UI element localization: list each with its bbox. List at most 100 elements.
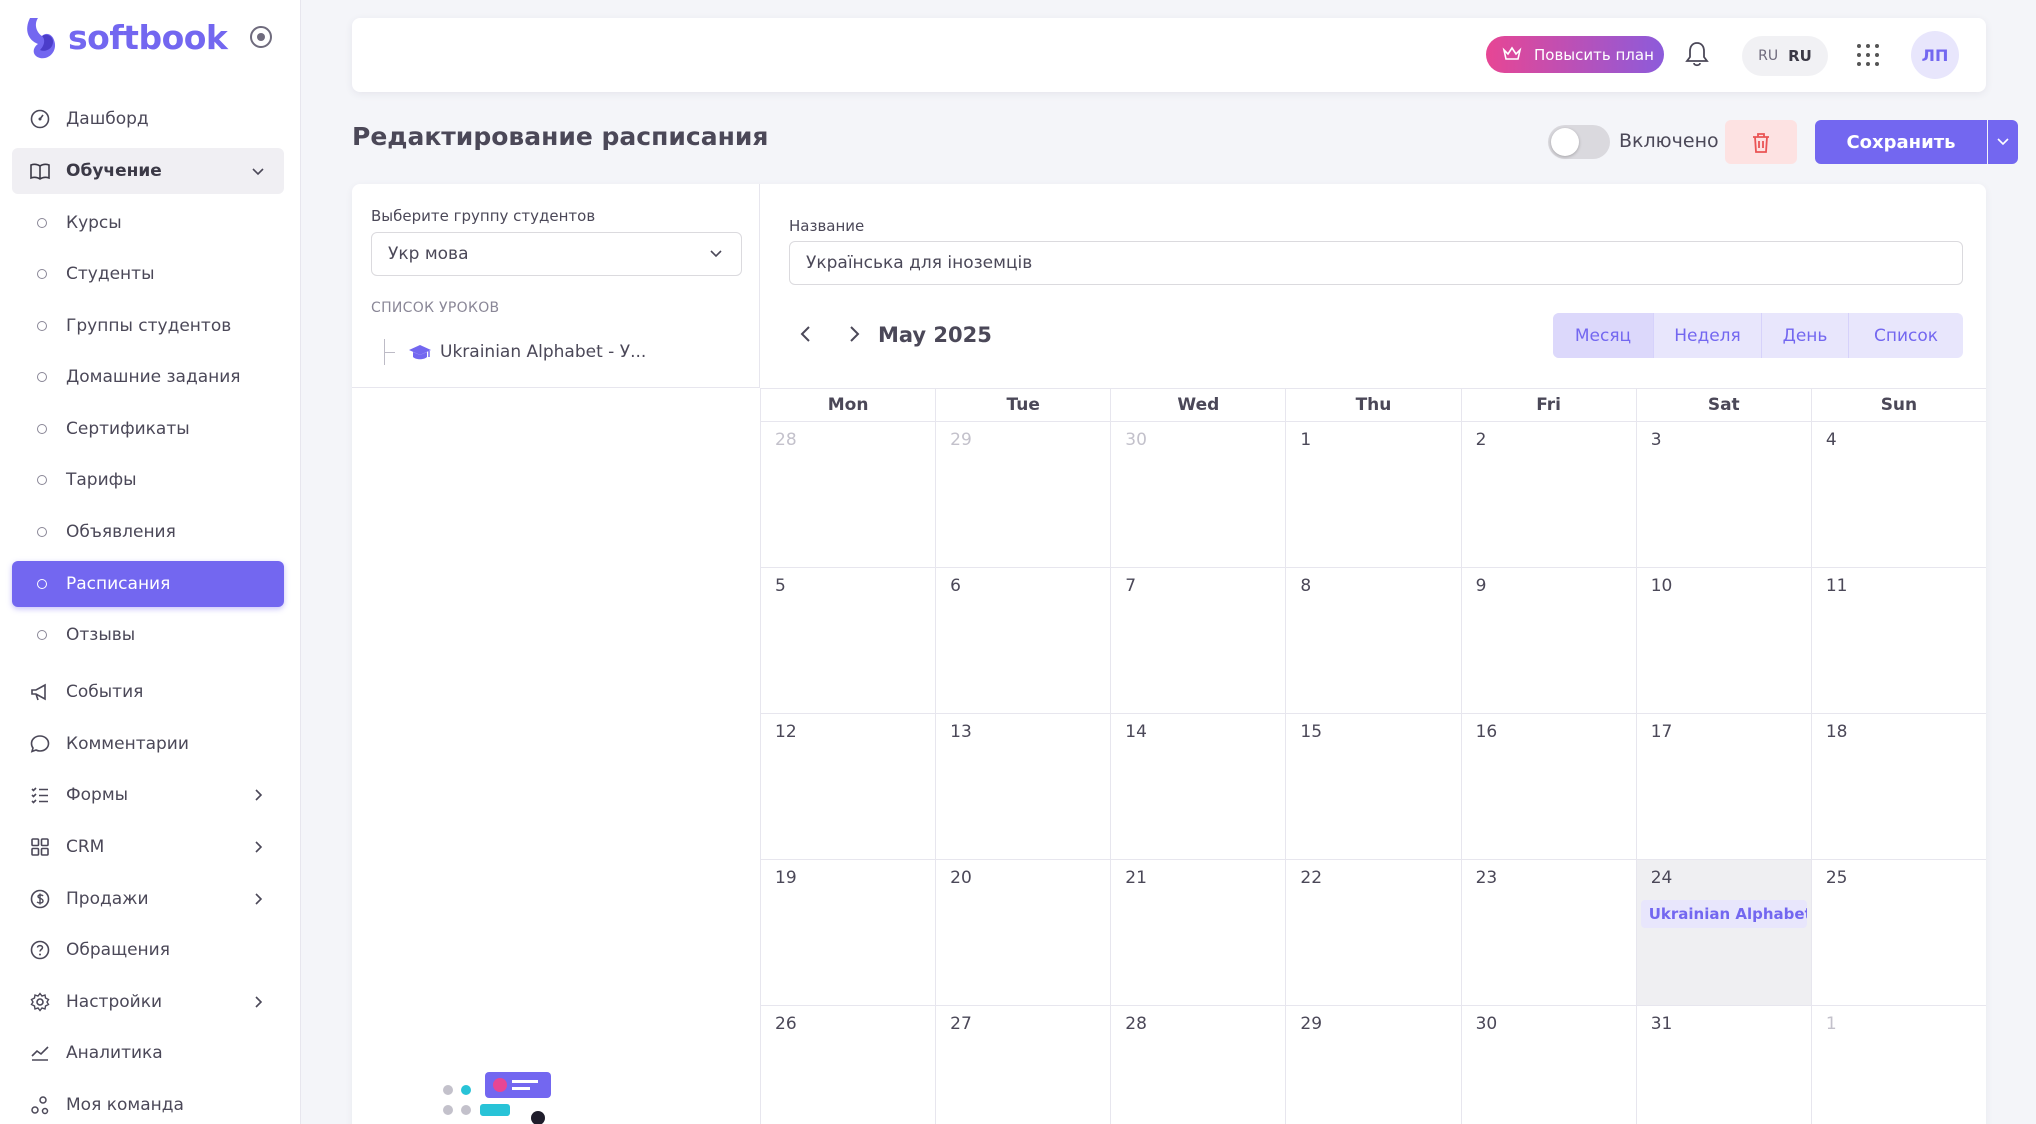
sidebar-item-learning[interactable]: Обучение — [12, 148, 284, 194]
sidebar-item-label: Отзывы — [66, 625, 136, 645]
calendar-day[interactable]: 20 — [935, 860, 1110, 1005]
group-select-label: Выберите группу студентов — [371, 207, 596, 225]
bell-icon[interactable] — [1684, 40, 1710, 68]
calendar-day[interactable]: 19 — [760, 860, 935, 1005]
sidebar-item-label: Формы — [66, 785, 129, 805]
calendar-day[interactable]: 30 — [1110, 422, 1285, 567]
weekday-label: Fri — [1460, 389, 1636, 421]
sidebar-item-dashboard[interactable]: Дашборд — [12, 96, 284, 142]
language-switcher[interactable]: RU RU — [1742, 36, 1828, 76]
calendar-day[interactable]: 21 — [1110, 860, 1285, 1005]
calendar-title: May 2025 — [878, 323, 992, 347]
sidebar-item-requests[interactable]: Обращения — [12, 927, 284, 973]
logo[interactable]: softbook — [22, 14, 228, 60]
lesson-item[interactable]: Ukrainian Alphabet - У... — [440, 342, 646, 362]
calendar-day[interactable]: 3 — [1635, 422, 1811, 567]
weekday-label: Tue — [935, 389, 1110, 421]
view-tab-month[interactable]: Месяц — [1553, 313, 1654, 358]
sidebar-item-students[interactable]: Студенты — [12, 251, 284, 297]
user-avatar[interactable]: ЛП — [1911, 31, 1959, 79]
calendar-day[interactable]: 29 — [1285, 1006, 1460, 1124]
circle-icon — [37, 321, 47, 331]
calendar-day[interactable]: 17 — [1635, 714, 1811, 859]
calendar-event[interactable]: Ukrainian Alphabet — [1640, 900, 1807, 928]
calendar-day[interactable]: 31 — [1635, 1006, 1811, 1124]
sidebar-item-courses[interactable]: Курсы — [12, 200, 284, 246]
sidebar-item-announcements[interactable]: Объявления — [12, 509, 284, 555]
calendar-day-today[interactable]: 24 Ukrainian Alphabet — [1635, 860, 1811, 1005]
calendar-day[interactable]: 1 — [1810, 1006, 1986, 1124]
sidebar-item-reviews[interactable]: Отзывы — [12, 612, 284, 658]
calendar-day[interactable]: 29 — [935, 422, 1110, 567]
calendar-day[interactable]: 13 — [935, 714, 1110, 859]
calendar-day[interactable]: 12 — [760, 714, 935, 859]
sidebar-item-settings[interactable]: Настройки — [12, 979, 284, 1025]
calendar-day[interactable]: 10 — [1635, 568, 1811, 713]
calendar-day[interactable]: 14 — [1110, 714, 1285, 859]
view-tab-week[interactable]: Неделя — [1654, 313, 1762, 358]
day-number: 6 — [950, 576, 961, 596]
sidebar-item-schedules[interactable]: Расписания — [12, 561, 284, 607]
sidebar-item-label: Домашние задания — [66, 367, 241, 387]
chevron-right-icon[interactable] — [844, 324, 864, 344]
calendar-day[interactable]: 25 — [1810, 860, 1986, 1005]
sidebar-item-label: Моя команда — [66, 1095, 184, 1115]
day-number: 14 — [1125, 722, 1147, 742]
calendar-day[interactable]: 7 — [1110, 568, 1285, 713]
calendar-week: 26 27 28 29 30 31 1 — [760, 1006, 1986, 1124]
sidebar-item-forms[interactable]: Формы — [12, 772, 284, 818]
save-options-button[interactable] — [1988, 120, 2018, 164]
chevron-left-icon[interactable] — [796, 324, 816, 344]
sidebar-item-crm[interactable]: CRM — [12, 824, 284, 870]
calendar-day[interactable]: 5 — [760, 568, 935, 713]
calendar-day[interactable]: 1 — [1285, 422, 1460, 567]
circle-icon — [37, 269, 47, 279]
language-current: RU — [1788, 47, 1812, 65]
sidebar-item-student-groups[interactable]: Группы студентов — [12, 303, 284, 349]
view-tab-list[interactable]: Список — [1849, 313, 1963, 358]
calendar-day[interactable]: 8 — [1285, 568, 1460, 713]
calendar-day[interactable]: 9 — [1460, 568, 1636, 713]
calendar-day[interactable]: 11 — [1810, 568, 1986, 713]
calendar-day[interactable]: 23 — [1460, 860, 1636, 1005]
day-number: 29 — [950, 430, 972, 450]
calendar-day[interactable]: 2 — [1460, 422, 1636, 567]
sidebar-item-label: Студенты — [66, 264, 155, 284]
sidebar-item-analytics[interactable]: Аналитика — [12, 1030, 284, 1076]
sidebar-item-tariffs[interactable]: Тарифы — [12, 457, 284, 503]
calendar-day[interactable]: 4 — [1810, 422, 1986, 567]
calendar-day[interactable]: 6 — [935, 568, 1110, 713]
collapse-sidebar-icon[interactable] — [250, 26, 272, 48]
sidebar-item-label: Аналитика — [66, 1043, 163, 1063]
sidebar-item-events[interactable]: События — [12, 669, 284, 715]
schedule-name-input[interactable]: Українська для іноземців — [789, 241, 1963, 285]
calendar-day[interactable]: 30 — [1460, 1006, 1636, 1124]
calendar-day[interactable]: 28 — [1110, 1006, 1285, 1124]
calendar-day[interactable]: 15 — [1285, 714, 1460, 859]
delete-button[interactable] — [1725, 120, 1797, 164]
sidebar-item-certificates[interactable]: Сертификаты — [12, 406, 284, 452]
enabled-toggle[interactable] — [1548, 125, 1610, 159]
name-field-label: Название — [789, 217, 865, 235]
day-number: 1 — [1825, 1014, 1837, 1034]
calendar-day[interactable]: 27 — [935, 1006, 1110, 1124]
apps-grid-icon[interactable] — [1857, 44, 1879, 66]
day-number: 16 — [1475, 722, 1498, 742]
sidebar-item-sales[interactable]: Продажи — [12, 876, 284, 922]
day-number: 28 — [1125, 1014, 1147, 1034]
day-number: 10 — [1650, 576, 1673, 596]
view-tab-day[interactable]: День — [1762, 313, 1849, 358]
calendar-day[interactable]: 22 — [1285, 860, 1460, 1005]
calendar-day[interactable]: 28 — [760, 422, 935, 567]
sidebar-item-homework[interactable]: Домашние задания — [12, 354, 284, 400]
sidebar-item-my-team[interactable]: Моя команда — [12, 1082, 284, 1124]
calendar-day[interactable]: 26 — [760, 1006, 935, 1124]
sidebar-item-label: Тарифы — [66, 470, 137, 490]
save-button[interactable]: Сохранить — [1815, 120, 1987, 164]
student-group-select[interactable]: Укр мова — [371, 232, 742, 276]
upgrade-plan-button[interactable]: Повысить план — [1486, 36, 1664, 73]
calendar-day[interactable]: 18 — [1810, 714, 1986, 859]
day-number: 20 — [950, 868, 972, 888]
calendar-day[interactable]: 16 — [1460, 714, 1636, 859]
sidebar-item-comments[interactable]: Комментарии — [12, 721, 284, 767]
